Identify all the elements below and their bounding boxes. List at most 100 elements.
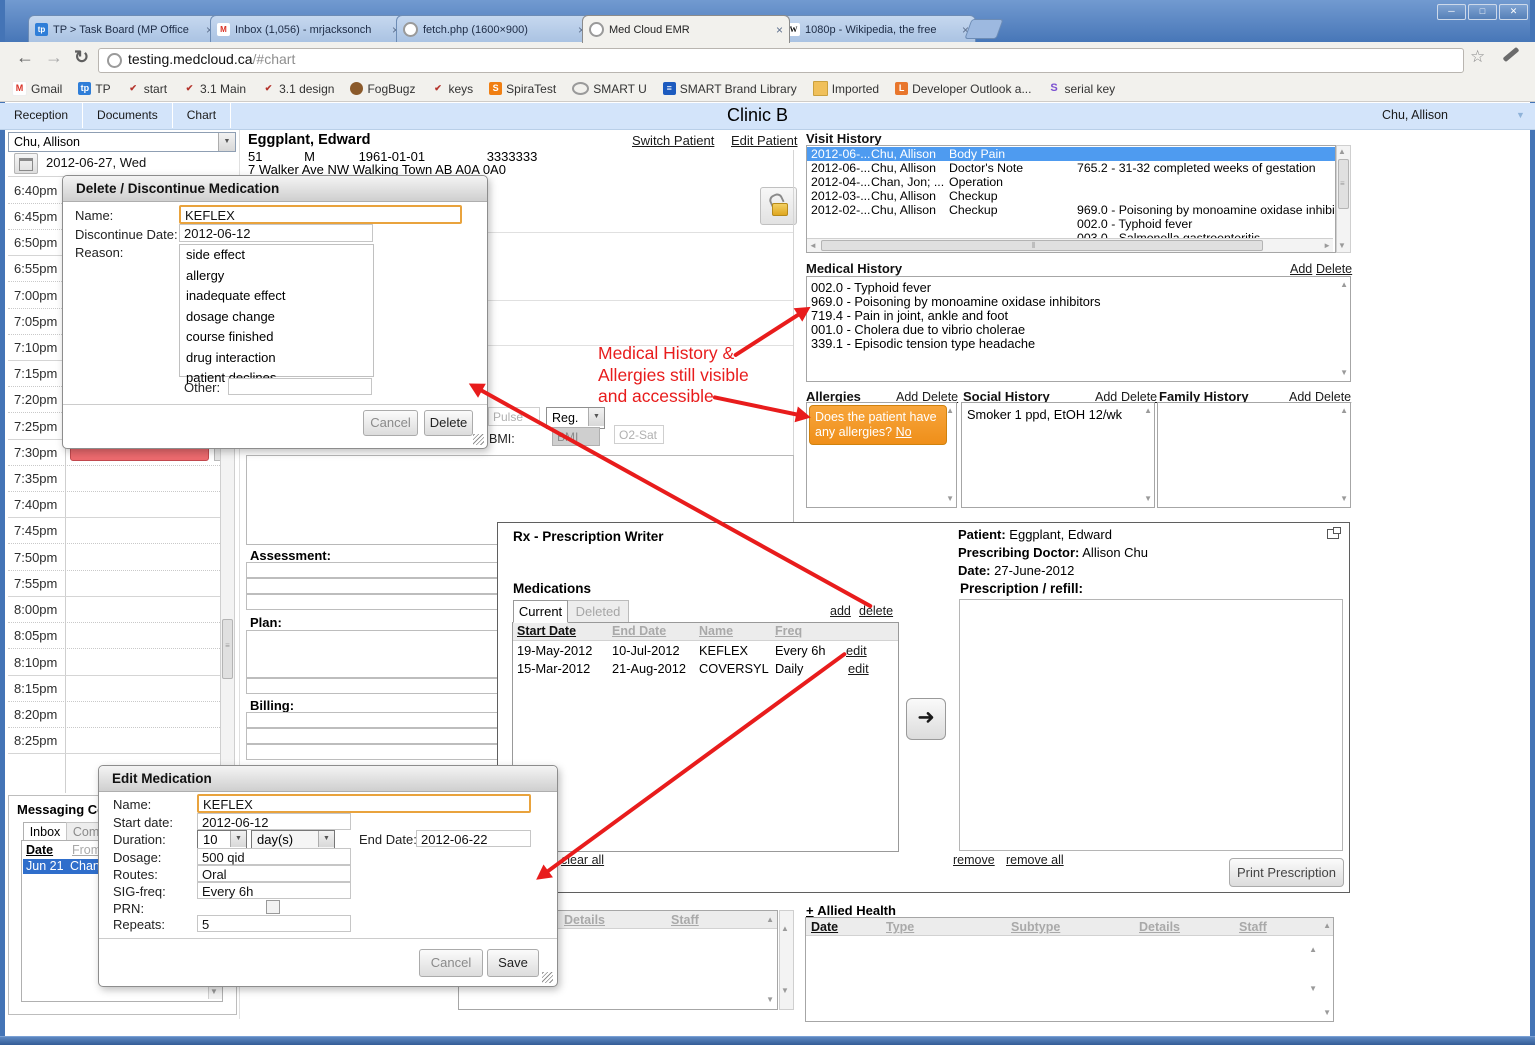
messaging-column-from[interactable]: From	[72, 843, 101, 857]
scroll-down-icon[interactable]: ▼	[1340, 493, 1348, 505]
allergies-list[interactable]: Does the patient have any allergies? No …	[806, 402, 957, 508]
browser-tab-taskboard[interactable]: tp TP > Task Board (MP Office ×	[28, 15, 220, 43]
remove-link[interactable]: remove	[953, 853, 995, 867]
scroll-up-icon[interactable]: ▲	[1323, 920, 1331, 932]
scroll-up-icon[interactable]: ▲	[766, 914, 774, 926]
duration-dropdown-icon[interactable]: ▼	[230, 831, 246, 847]
bookmark-fogbugz[interactable]: FogBugz	[350, 82, 415, 96]
med-edit-link[interactable]: edit	[846, 643, 867, 658]
schedule-slot[interactable]: 7:35pm	[8, 465, 220, 492]
bookmark-serialkey[interactable]: Sserial key	[1047, 82, 1115, 96]
column-header-staff[interactable]: Staff	[1239, 920, 1267, 934]
medication-name-field[interactable]: KEFLEX	[197, 794, 531, 813]
medications-tab-current[interactable]: Current	[513, 600, 568, 623]
scroll-down-icon[interactable]: ▼	[1323, 1007, 1331, 1019]
browser-tab-wikipedia[interactable]: W 1080p - Wikipedia, the free ×	[780, 15, 976, 43]
duration-unit-dropdown-icon[interactable]: ▼	[318, 831, 334, 847]
prescription-textarea[interactable]	[959, 599, 1343, 851]
resize-grip[interactable]	[473, 434, 484, 445]
forward-icon[interactable]: →	[45, 47, 63, 68]
allied-health-table[interactable]: Date Type Subtype Details Staff ▲ ▼ ▲ ▼	[805, 917, 1334, 1022]
delete-button[interactable]: Delete	[424, 410, 473, 436]
column-header-date[interactable]: Date	[811, 920, 838, 934]
prn-checkbox[interactable]	[266, 900, 280, 914]
nav-tab-chart[interactable]: Chart	[173, 103, 231, 128]
user-menu-caret-icon[interactable]: ▼	[1516, 110, 1525, 120]
reason-option[interactable]: allergy	[180, 266, 373, 287]
visit-history-hscrollbar[interactable]: ◄ ► ⫴	[807, 238, 1333, 252]
other-reason-field[interactable]	[228, 378, 372, 395]
o2sat-field[interactable]: O2-Sat	[614, 425, 664, 444]
dialog-title[interactable]: Edit Medication	[99, 766, 557, 792]
schedule-slot[interactable]: 7:45pm	[8, 517, 220, 544]
medical-history-item[interactable]: 002.0 - Typhoid fever	[811, 280, 931, 295]
cancel-button[interactable]: Cancel	[363, 410, 418, 436]
add-to-prescription-arrow-button[interactable]: ➜	[906, 698, 946, 740]
sig-freq-field[interactable]: Every 6h	[197, 882, 351, 899]
edit-patient-link[interactable]: Edit Patient	[731, 133, 798, 148]
provider-select[interactable]: Chu, Allison ▼	[8, 132, 236, 152]
column-header-type[interactable]: Type	[886, 920, 914, 934]
visit-row[interactable]: 2012-02-... Chu, Allison Checkup 969.0 -…	[807, 203, 1335, 217]
bookmark-smart-brand[interactable]: ≡SMART Brand Library	[663, 82, 797, 96]
column-header-start-date[interactable]: Start Date	[517, 624, 576, 638]
scroll-up-icon[interactable]: ▲	[1340, 279, 1348, 291]
bookmark-smartu[interactable]: SMART U	[572, 82, 647, 96]
reload-icon[interactable]: ↻	[74, 47, 89, 68]
browser-tab-fetch[interactable]: fetch.php (1600×900) ×	[396, 15, 592, 43]
scroll-down-icon[interactable]: ▼	[946, 493, 954, 505]
bookmark-31design[interactable]: ✔3.1 design	[262, 82, 334, 96]
duration-value-select[interactable]: 10 ▼	[197, 830, 247, 850]
schedule-slot[interactable]: 8:05pm	[8, 622, 220, 649]
schedule-slot[interactable]: 8:15pm	[8, 675, 220, 702]
column-header-freq[interactable]: Freq	[775, 624, 802, 638]
scroll-down-icon[interactable]: ▼	[1340, 367, 1348, 379]
reason-option[interactable]: dosage change	[180, 307, 373, 328]
browser-tab-inbox[interactable]: M Inbox (1,056) - mrjacksonch ×	[210, 15, 406, 43]
bookmark-31main[interactable]: ✔3.1 Main	[183, 82, 246, 96]
provider-dropdown-icon[interactable]: ▼	[218, 133, 235, 151]
bookmark-star-icon[interactable]: ☆	[1470, 47, 1485, 67]
visit-row[interactable]: 2012-03-... Chu, Allison Checkup	[807, 189, 1335, 203]
schedule-slot[interactable]: 8:20pm	[8, 701, 220, 728]
url-text[interactable]: testing.medcloud.ca/#chart	[128, 51, 295, 67]
scroll-up-icon[interactable]: ▲	[1309, 944, 1317, 956]
scroll-up-icon[interactable]: ▲	[1144, 405, 1152, 417]
scroll-up-icon[interactable]: ▲	[1340, 405, 1348, 417]
column-header-details[interactable]: Details	[564, 913, 605, 927]
reason-listbox[interactable]: side effect allergy inadequate effect do…	[179, 244, 374, 377]
medical-history-delete-link[interactable]: Delete	[1316, 262, 1352, 276]
column-header-staff[interactable]: Staff	[671, 913, 699, 927]
visit-row-selected[interactable]: 2012-06-... Chu, Allison Body Pain	[807, 147, 1335, 161]
duration-unit-select[interactable]: day(s) ▼	[251, 830, 335, 850]
close-button[interactable]: ✕	[1499, 4, 1528, 20]
family-history-list[interactable]: ▲ ▼	[1157, 402, 1351, 508]
visit-history-list[interactable]: 2012-06-... Chu, Allison Body Pain 2012-…	[806, 145, 1336, 253]
column-header-name[interactable]: Name	[699, 624, 733, 638]
reason-option[interactable]: side effect	[180, 245, 373, 266]
bookmark-imported-folder[interactable]: Imported	[813, 81, 879, 96]
reason-option[interactable]: drug interaction	[180, 348, 373, 369]
medications-tab-deleted[interactable]: Deleted	[567, 600, 629, 623]
messaging-column-date[interactable]: Date	[26, 843, 53, 857]
scrollbar-thumb[interactable]: ≡	[222, 619, 233, 679]
medication-delete-link[interactable]: delete	[859, 604, 893, 618]
medical-history-item[interactable]: 339.1 - Episodic tension type headache	[811, 336, 1035, 351]
schedule-date[interactable]: 2012-06-27, Wed	[46, 155, 146, 170]
browser-tab-medcloud-active[interactable]: Med Cloud EMR ×	[582, 15, 790, 43]
end-date-field[interactable]: 2012-06-22	[416, 830, 531, 847]
schedule-slot[interactable]: 8:25pm	[8, 727, 220, 754]
repeats-field[interactable]: 5	[197, 915, 351, 932]
bookmark-outlook[interactable]: LDeveloper Outlook a...	[895, 82, 1031, 96]
medical-history-item[interactable]: 969.0 - Poisoning by monoamine oxidase i…	[811, 294, 1101, 309]
popout-icon[interactable]	[1327, 529, 1339, 539]
bookmark-spiratest[interactable]: SSpiraTest	[489, 82, 556, 96]
scroll-down-icon[interactable]: ▼	[766, 994, 774, 1006]
unlock-icon[interactable]	[760, 187, 797, 225]
social-history-list[interactable]: Smoker 1 ppd, EtOH 12/wk ▲ ▼	[961, 402, 1155, 508]
start-date-field[interactable]: 2012-06-12	[197, 813, 351, 830]
medical-history-list[interactable]: 002.0 - Typhoid fever 969.0 - Poisoning …	[806, 276, 1351, 382]
nav-tab-reception[interactable]: Reception	[0, 103, 83, 128]
scroll-up-icon[interactable]: ▲	[946, 405, 954, 417]
social-history-item[interactable]: Smoker 1 ppd, EtOH 12/wk	[967, 407, 1122, 422]
